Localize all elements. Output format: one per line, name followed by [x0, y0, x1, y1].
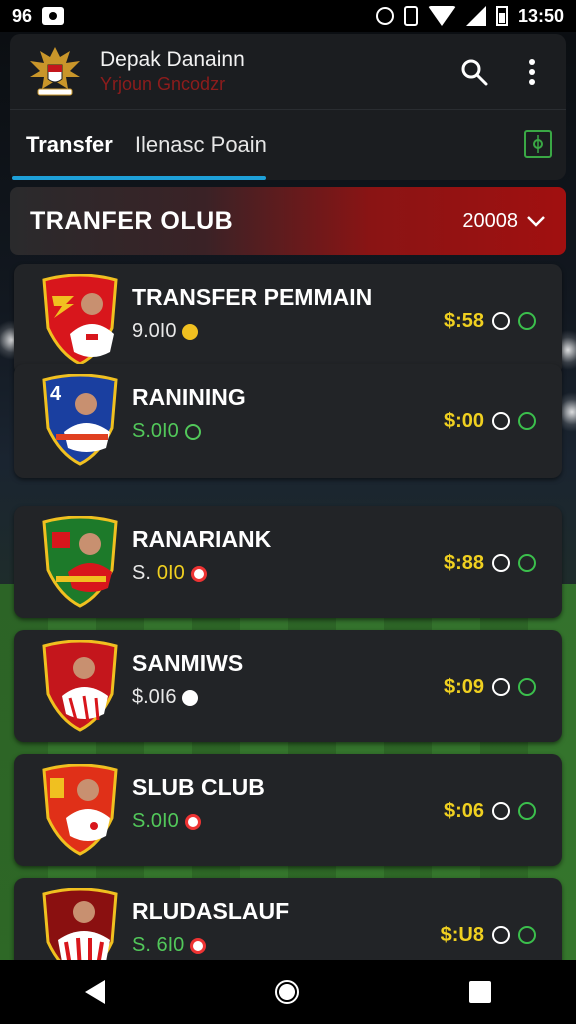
pitch-icon	[533, 135, 543, 153]
battery-icon	[495, 6, 508, 26]
select-radio[interactable]	[518, 926, 536, 944]
down-icon	[190, 565, 207, 582]
coin-icon	[182, 323, 199, 340]
coin-icon	[182, 689, 199, 706]
player-name: TRANSFER PEMMAIN	[132, 284, 373, 310]
club-crest-icon	[42, 640, 118, 732]
player-value: S.0I0	[132, 810, 201, 833]
tab-bar: Transfer Ilenasc Poain	[10, 110, 566, 180]
player-price: $:06	[443, 800, 484, 822]
list-item[interactable]: RANARIANK S. 0I0 $:88	[14, 506, 562, 618]
select-radio[interactable]	[518, 412, 536, 430]
season-selector[interactable]: 20008	[462, 210, 546, 233]
camera-icon	[42, 7, 65, 25]
select-radio[interactable]	[518, 312, 536, 330]
season-value: 20008	[462, 209, 518, 232]
tab-transfer[interactable]: Transfer	[26, 132, 113, 158]
svg-text:4: 4	[50, 383, 62, 405]
search-button[interactable]	[454, 52, 494, 92]
active-tab-indicator	[12, 176, 266, 180]
compare-toggle[interactable]	[492, 926, 510, 944]
signal-icon	[465, 6, 486, 26]
select-radio[interactable]	[518, 554, 536, 572]
recent-apps-icon[interactable]	[469, 981, 491, 1003]
list-item[interactable]: SANMIWS $.0I6 $:09	[14, 630, 562, 742]
search-icon	[461, 59, 488, 85]
status-bar: 96 13:50	[0, 0, 576, 32]
compare-toggle[interactable]	[492, 554, 510, 572]
player-value: 9.0I0	[132, 320, 199, 343]
section-title: TRANFER OLUB	[30, 206, 234, 235]
club-crest-icon	[42, 274, 118, 366]
app-title: Depak Danainn	[100, 48, 245, 71]
player-price: $:88	[443, 552, 484, 574]
system-nav-bar	[0, 960, 576, 1024]
player-name: RLUDASLAUF	[132, 898, 290, 924]
player-price: $:U8	[440, 924, 484, 946]
up-icon	[184, 423, 201, 440]
club-crest-icon	[42, 516, 118, 608]
player-value: S. 6I0	[132, 934, 207, 957]
list-item[interactable]: 4 RANINING S.0I0 $:00	[14, 364, 562, 478]
compare-toggle[interactable]	[492, 412, 510, 430]
compare-toggle[interactable]	[492, 312, 510, 330]
select-radio[interactable]	[518, 678, 536, 696]
compare-toggle[interactable]	[492, 678, 510, 696]
more-vert-icon	[529, 58, 535, 85]
down-icon	[184, 813, 201, 830]
tab-secondary[interactable]: Ilenasc Poain	[135, 132, 267, 158]
player-price: $:58	[443, 310, 484, 332]
player-value: S.0I0	[132, 420, 201, 443]
app-header: Depak Danainn Yrjoun Gncodzr Transfer Il…	[10, 34, 566, 180]
status-time: 13:50	[517, 5, 564, 26]
alarm-icon	[375, 7, 394, 25]
club-crest-icon: 4	[42, 374, 118, 466]
garuda-logo	[24, 41, 86, 103]
list-item[interactable]: TRANSFER PEMMAIN 9.0I0 $:58	[14, 264, 562, 376]
back-icon[interactable]	[85, 980, 105, 1004]
list-item[interactable]: SLUB CLUB S.0I0 $:06	[14, 754, 562, 866]
compare-toggle[interactable]	[492, 802, 510, 820]
pitch-view-button[interactable]	[524, 130, 552, 158]
home-icon[interactable]	[275, 980, 299, 1004]
down-icon	[190, 937, 207, 954]
player-price: $:09	[443, 676, 484, 698]
player-name: RANINING	[132, 384, 246, 410]
status-left-text: 96	[12, 5, 33, 26]
player-name: SANMIWS	[132, 650, 244, 676]
app-content: Depak Danainn Yrjoun Gncodzr Transfer Il…	[0, 32, 576, 990]
wifi-icon	[427, 6, 456, 26]
club-crest-icon	[42, 764, 118, 856]
vibrate-icon	[403, 6, 418, 26]
player-name: RANARIANK	[132, 526, 272, 552]
more-options-button[interactable]	[512, 52, 552, 92]
app-subtitle: Yrjoun Gncodzr	[100, 74, 226, 94]
player-price: $:00	[443, 410, 484, 432]
player-name: SLUB CLUB	[132, 774, 265, 800]
select-radio[interactable]	[518, 802, 536, 820]
player-value: $.0I6	[132, 686, 199, 709]
chevron-down-icon	[527, 216, 545, 227]
section-banner: TRANFER OLUB 20008	[10, 187, 566, 255]
player-value: S. 0I0	[132, 562, 207, 585]
